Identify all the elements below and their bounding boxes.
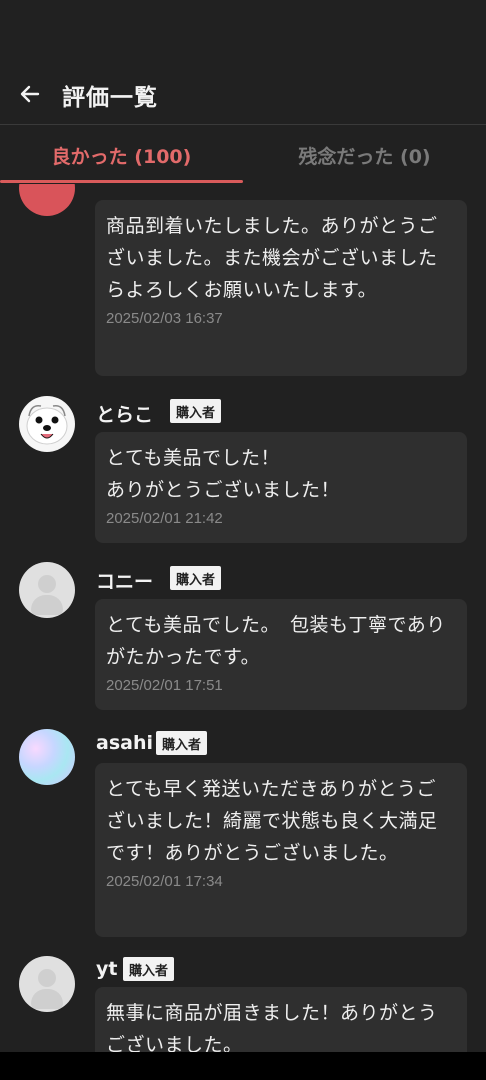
- avatar[interactable]: [19, 729, 75, 785]
- reviewer-name[interactable]: コニー: [96, 567, 153, 594]
- review-date: 2025/02/01 17:51: [106, 677, 223, 694]
- page-title: 評価一覧: [62, 85, 158, 111]
- buyer-badge: 購入者: [123, 957, 175, 981]
- review-text: 商品到着いたしました。ありがとうございました。また機会がございましたらよろしくお…: [106, 215, 438, 301]
- tab-good[interactable]: 良かった (100): [0, 126, 243, 184]
- review-bubble: とても早く発送いただきありがとうございました！綺麗で状態も良く大満足です！ありが…: [95, 763, 467, 937]
- default-avatar-icon: [38, 969, 56, 987]
- review-date: 2025/02/03 16:37: [106, 310, 223, 327]
- app-header: 評価一覧: [0, 0, 486, 125]
- reviewer-name[interactable]: yt: [96, 958, 117, 980]
- review-bubble: とても美品でした。 包装も丁寧でありがたかったです。 2025/02/01 17…: [95, 599, 467, 710]
- avatar[interactable]: [19, 956, 75, 1012]
- review-date: 2025/02/01 17:34: [106, 873, 223, 890]
- arrow-left-icon: [20, 85, 40, 103]
- review-text: とても美品でした。 包装も丁寧でありがたかったです。: [106, 614, 446, 668]
- buyer-badge: 購入者: [156, 731, 208, 755]
- tab-bar: 良かった (100) 残念だった (0): [0, 126, 486, 184]
- back-button[interactable]: [16, 80, 44, 108]
- avatar[interactable]: [19, 396, 75, 452]
- avatar[interactable]: [19, 562, 75, 618]
- default-avatar-icon: [38, 575, 56, 593]
- buyer-badge: 購入者: [170, 566, 222, 590]
- tab-bad[interactable]: 残念だった (0): [243, 126, 486, 184]
- active-tab-indicator: [0, 180, 243, 183]
- review-text: とても早く発送いただきありがとうございました！綺麗で状態も良く大満足です！ありが…: [106, 778, 438, 864]
- system-navigation-bar: [0, 1052, 486, 1080]
- review-bubble: 商品到着いたしました。ありがとうございました。また機会がございましたらよろしくお…: [95, 200, 467, 376]
- review-text: とても美品でした！ ありがとうございました！: [106, 447, 341, 501]
- buyer-badge: 購入者: [170, 399, 222, 423]
- seal-avatar-image: [20, 397, 74, 451]
- review-date: 2025/02/01 21:42: [106, 510, 223, 527]
- review-bubble: とても美品でした！ ありがとうございました！ 2025/02/01 21:42: [95, 432, 467, 543]
- reviewer-name[interactable]: asahi: [96, 732, 153, 754]
- reviewer-name[interactable]: とらこ: [96, 400, 153, 427]
